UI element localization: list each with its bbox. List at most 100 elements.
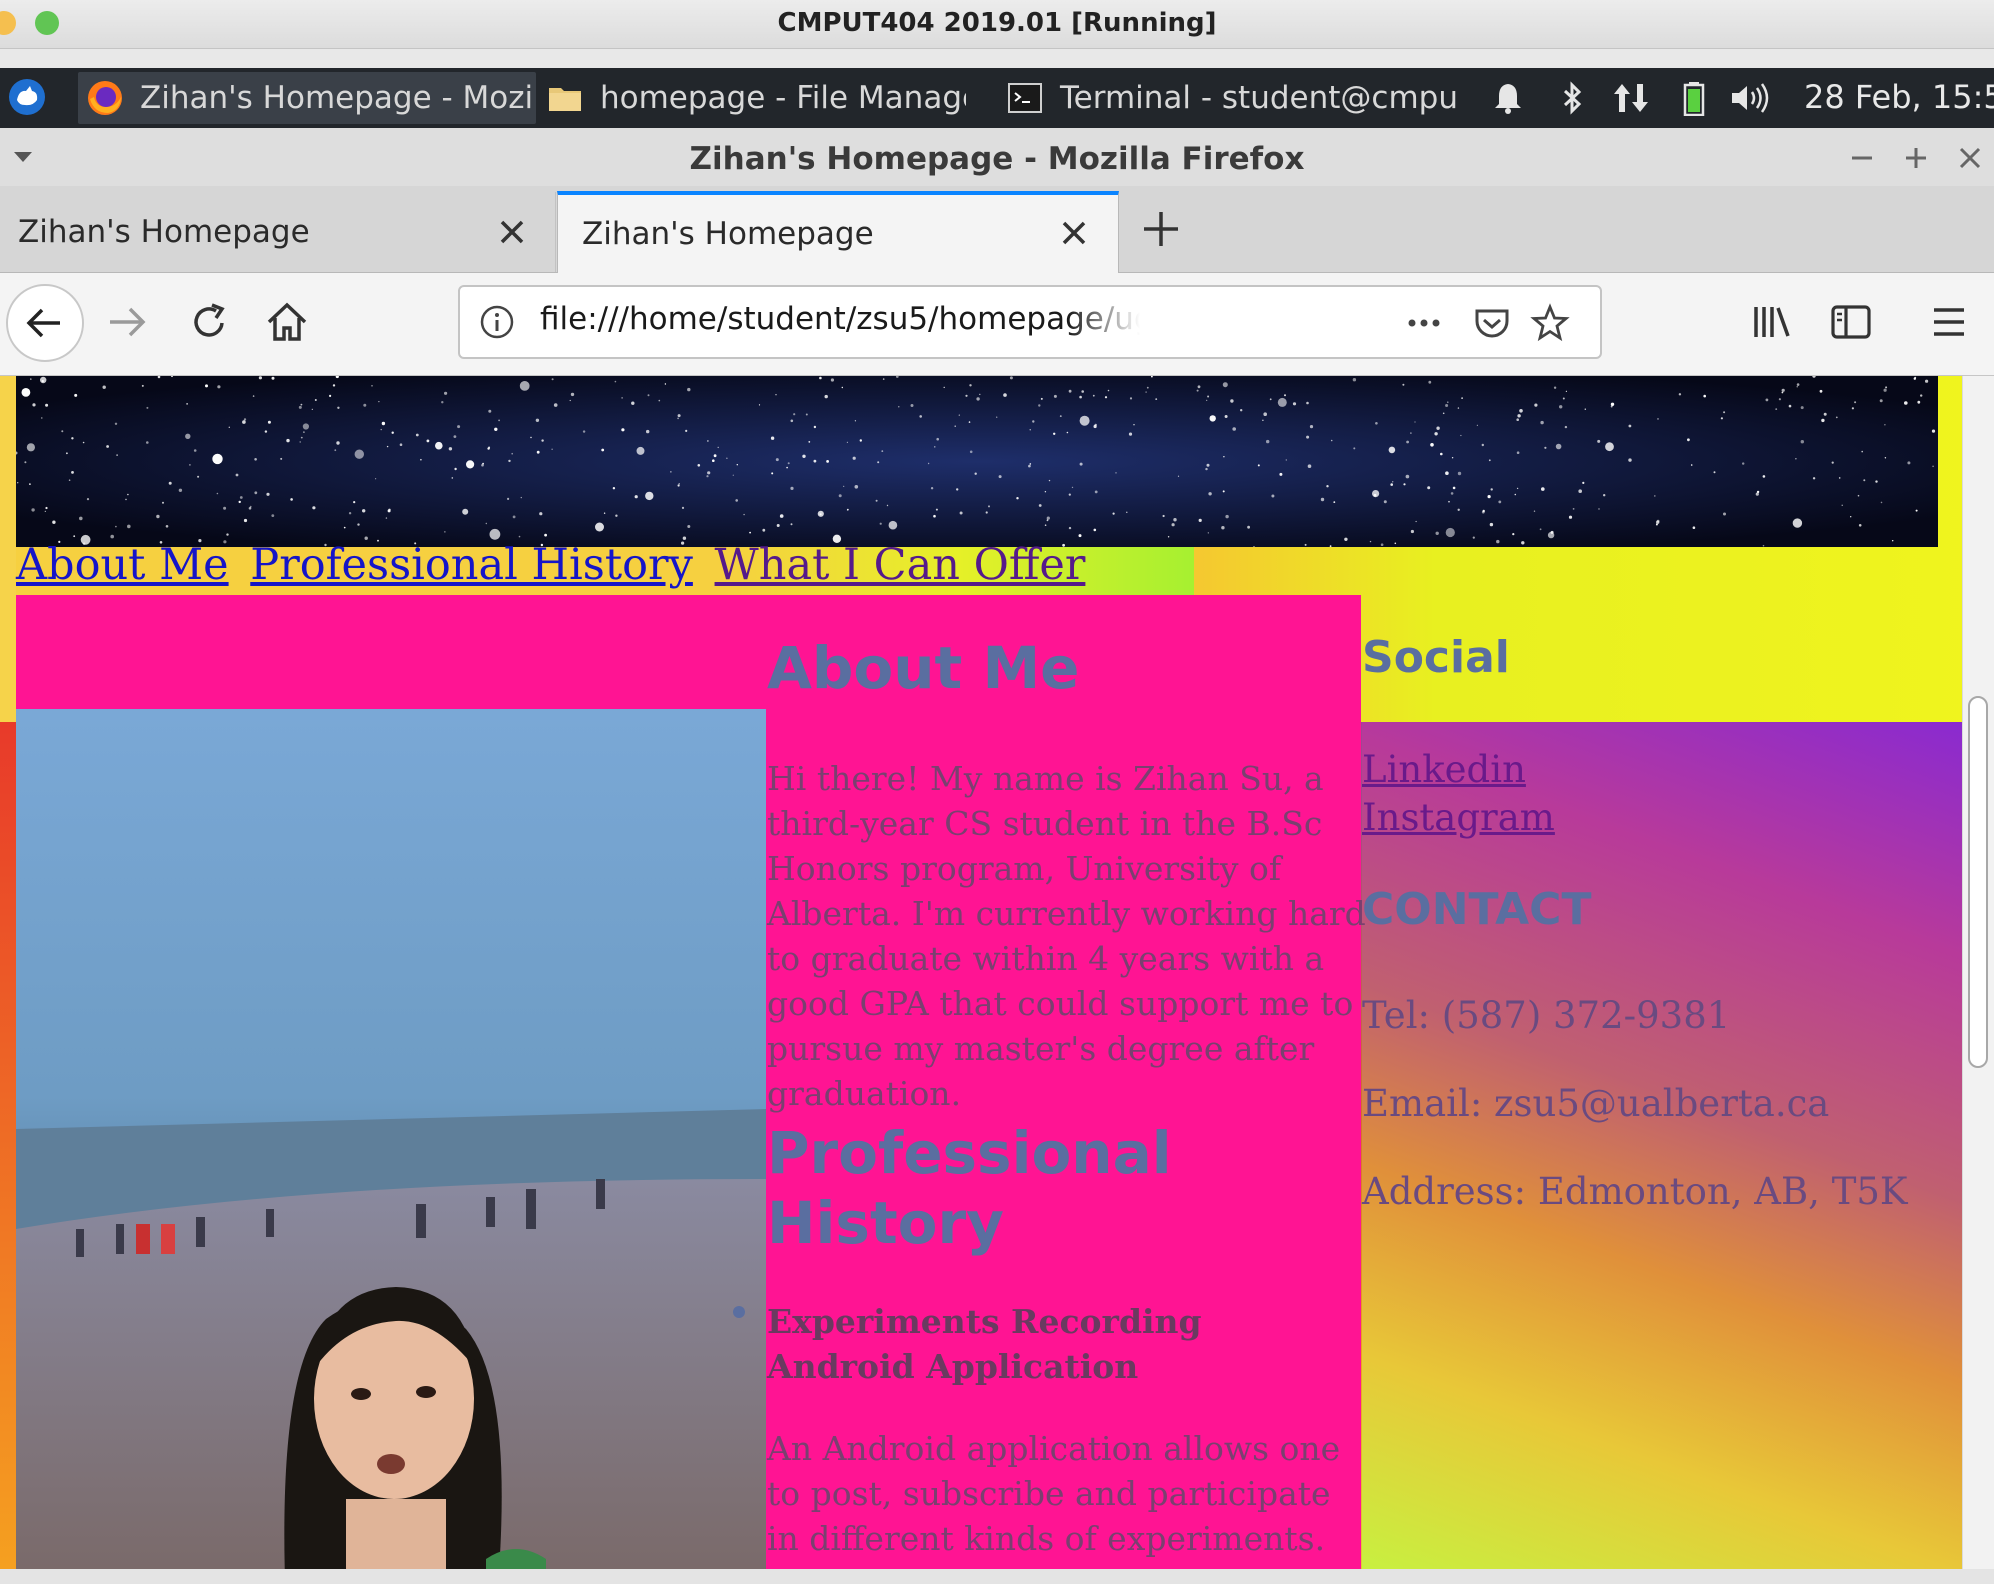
star (1476, 424, 1478, 426)
vertical-scrollbar[interactable] (1962, 376, 1994, 1569)
taskbar-item-file-manager[interactable]: homepage - File Manager (546, 72, 966, 124)
star (334, 449, 337, 452)
star (877, 461, 880, 464)
star (420, 458, 422, 461)
nav-link-what-i-can-offer[interactable]: What I Can Offer (715, 540, 1086, 590)
star (879, 522, 882, 525)
star (336, 441, 340, 445)
close-window-icon[interactable] (1954, 142, 1986, 174)
star (551, 448, 553, 450)
star (125, 498, 127, 501)
star (707, 440, 709, 442)
star (1403, 483, 1406, 486)
volume-icon[interactable] (1728, 80, 1772, 116)
nav-link-about-me[interactable]: About Me (16, 540, 229, 590)
star (1582, 481, 1585, 484)
forward-arrow-icon[interactable] (104, 299, 150, 345)
contact-address: Address: Edmonton, AB, T5K (1362, 1170, 1908, 1213)
star (1173, 518, 1177, 522)
star (854, 485, 859, 489)
home-icon[interactable] (264, 299, 310, 345)
star (1029, 463, 1032, 465)
battery-icon[interactable] (1676, 80, 1712, 116)
contact-heading: CONTACT (1362, 884, 1592, 935)
star (1451, 457, 1454, 459)
clock[interactable]: 28 Feb, 15:55 (1804, 78, 1994, 116)
star (300, 436, 303, 439)
star (487, 447, 490, 450)
reload-icon[interactable] (186, 299, 232, 345)
hamburger-menu-icon[interactable] (1926, 299, 1972, 345)
tab-homepage-1[interactable]: Zihan's Homepage (0, 192, 556, 272)
star (1857, 494, 1860, 497)
star (1271, 494, 1275, 498)
star (212, 453, 223, 465)
pocket-icon[interactable] (1472, 303, 1512, 343)
star (749, 531, 751, 534)
star (1038, 504, 1042, 507)
star (1907, 461, 1911, 465)
library-icon[interactable] (1748, 299, 1794, 345)
star (1430, 443, 1434, 447)
star (1514, 493, 1517, 496)
taskbar-item-label: Zihan's Homepage - Mozil... (140, 80, 536, 116)
minimize-icon[interactable] (1846, 142, 1878, 174)
bluetooth-icon[interactable] (1554, 80, 1590, 116)
close-tab-icon[interactable] (1056, 215, 1092, 251)
star (243, 418, 247, 421)
sidebar-icon[interactable] (1828, 299, 1874, 345)
url-text[interactable]: file:///home/student/zsu5/homepage/ugly.… (540, 301, 1140, 345)
star (846, 441, 849, 443)
star (658, 399, 661, 402)
star (1107, 389, 1110, 392)
star (1445, 404, 1449, 407)
star (802, 454, 806, 458)
star (969, 384, 972, 387)
taskbar-item-terminal[interactable]: Terminal - student@cmpu... (1006, 72, 1456, 124)
close-tab-icon[interactable] (494, 214, 530, 250)
star (271, 376, 275, 380)
star (1457, 407, 1460, 409)
instagram-link[interactable]: Instagram (1362, 794, 1555, 842)
star (621, 428, 625, 432)
star (1207, 395, 1210, 398)
star (243, 518, 248, 523)
star (303, 431, 305, 433)
star (32, 403, 36, 407)
linkedin-link[interactable]: Linkedin (1362, 746, 1555, 794)
star (1333, 501, 1336, 503)
star (1489, 522, 1494, 527)
info-icon[interactable] (478, 303, 516, 341)
page-viewport: About Me Professional History What I Can… (0, 376, 1994, 1569)
star (162, 501, 164, 504)
star (677, 414, 681, 418)
star (933, 514, 936, 518)
star (927, 462, 930, 465)
star (52, 520, 56, 524)
star (298, 405, 302, 409)
bookmark-star-icon[interactable] (1530, 303, 1570, 343)
star (114, 422, 118, 425)
back-button[interactable] (6, 284, 84, 362)
tab-homepage-2[interactable]: Zihan's Homepage (557, 191, 1119, 273)
star (826, 460, 829, 463)
star (1553, 386, 1557, 389)
star (1792, 518, 1803, 528)
social-links: Linkedin Instagram (1362, 746, 1555, 842)
star (511, 452, 513, 455)
whisker-menu-icon[interactable] (8, 78, 46, 116)
network-icon[interactable] (1610, 80, 1654, 116)
star (337, 406, 340, 409)
star (1539, 528, 1542, 531)
taskbar-item-firefox[interactable]: Zihan's Homepage - Mozil... (78, 72, 536, 124)
new-tab-icon[interactable] (1140, 208, 1182, 250)
bell-icon[interactable] (1490, 80, 1526, 116)
scrollbar-thumb[interactable] (1968, 696, 1988, 1068)
star (116, 454, 118, 456)
page-actions-icon[interactable] (1404, 303, 1444, 343)
star (1778, 398, 1781, 401)
maximize-icon[interactable] (1900, 142, 1932, 174)
star (1094, 490, 1098, 494)
nav-link-professional-history[interactable]: Professional History (250, 540, 693, 590)
url-bar[interactable]: file:///home/student/zsu5/homepage/ugly.… (458, 285, 1602, 359)
